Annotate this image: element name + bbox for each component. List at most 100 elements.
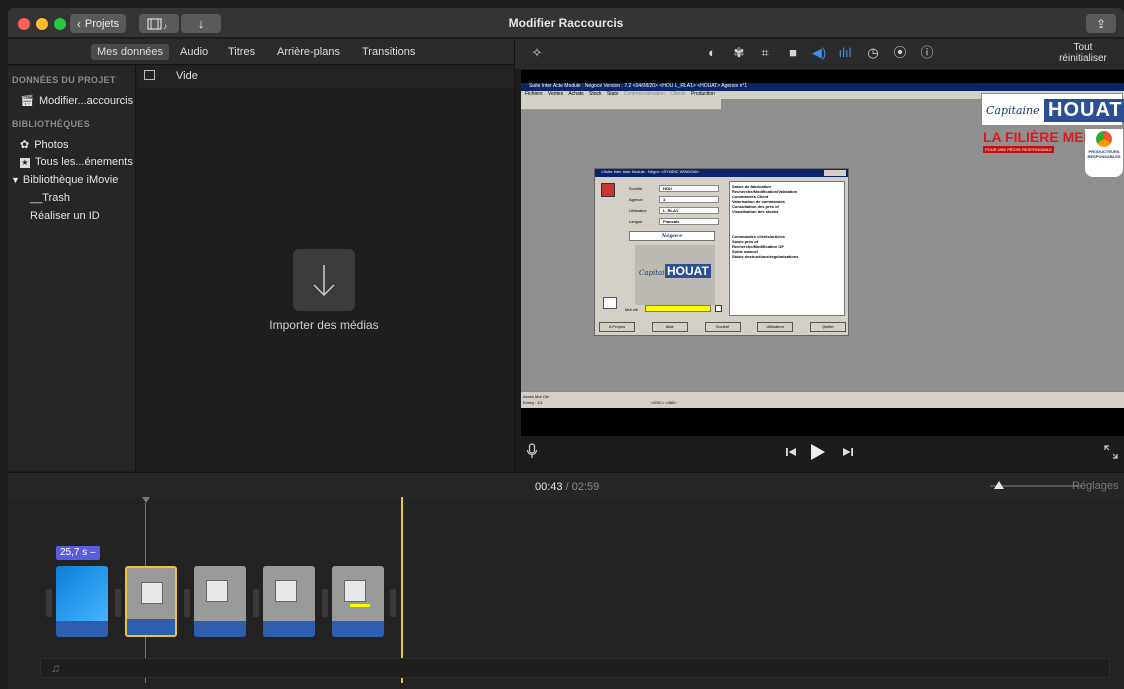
import-media-button[interactable]	[293, 249, 355, 311]
app-menu-item: Clients	[670, 91, 686, 97]
timeline-clip[interactable]	[263, 566, 315, 637]
field-row: Langue Francais	[625, 216, 719, 227]
filter-label[interactable]: Vide	[176, 70, 198, 82]
societe-button[interactable]: Société	[704, 322, 741, 332]
tab-mes-donnees[interactable]: Mes données	[91, 44, 170, 60]
share-icon: ⇪	[1095, 16, 1107, 31]
password-input[interactable]	[645, 305, 711, 312]
playhead[interactable]	[401, 497, 403, 683]
quitter-button[interactable]: Quitter	[810, 322, 846, 332]
magic-wand-icon[interactable]: ✧	[529, 45, 545, 61]
settings-button[interactable]: Réglages	[1072, 480, 1118, 492]
download-arrow-icon	[313, 265, 335, 297]
stabilization-icon[interactable]: ■	[785, 45, 801, 61]
clip-handle[interactable]	[390, 589, 396, 617]
color-balance-icon[interactable]: ◐	[704, 45, 720, 61]
a-propos-button[interactable]: A Propos	[599, 322, 635, 332]
volume-icon[interactable]: ◀︎)	[811, 45, 827, 61]
sidebar-item-project[interactable]: 🎬︎ Modifier...accourcis	[20, 94, 133, 107]
field-row: Société HOU	[625, 183, 719, 194]
app-menu-item: Achats	[568, 91, 584, 97]
app-menu-item: Commercialisation	[623, 91, 665, 97]
field-value: HOU	[659, 185, 719, 192]
zoom-slider[interactable]	[990, 481, 1082, 489]
sidebar-item-realiser-un-id[interactable]: Réaliser un ID	[30, 210, 100, 222]
video-frame: Suite Inter Acte Module : Négoce Version…	[521, 83, 1124, 408]
aide-button[interactable]: Aide	[651, 322, 688, 332]
music-track[interactable]: ♫	[40, 658, 1110, 678]
field-label: Langue	[629, 219, 643, 224]
clapperboard-icon: 🎬︎	[20, 95, 34, 107]
timeline-clip-selected[interactable]	[125, 566, 177, 637]
filter-icon[interactable]: ⦿	[892, 45, 908, 61]
time-separator: /	[565, 481, 569, 493]
import-media-label: Importer des médias	[269, 318, 379, 332]
fish-logo-icon	[1096, 131, 1112, 147]
app-menu-item: Stock	[589, 91, 602, 97]
title-bar: ‹ Projets ♪ ↓ Modifier Raccourcis ⇪	[8, 8, 1124, 38]
clip-handle[interactable]	[115, 589, 121, 617]
menu-entry[interactable]: Saisie destructions/regularisations	[732, 254, 842, 259]
field-row: Utilisateur L_RLA1	[625, 205, 719, 216]
tab-transitions[interactable]: Transitions	[356, 44, 421, 60]
noise-reduction-icon[interactable]: ılıl	[837, 45, 853, 61]
clip-handle[interactable]	[184, 589, 190, 617]
sidebar-toggle-icon[interactable]	[144, 70, 155, 80]
info-icon[interactable]: ⓘ	[919, 45, 935, 61]
app-menu-item: Ventes	[547, 91, 564, 97]
timeline-clip[interactable]	[332, 566, 384, 637]
producteurs-badge: PRODUCTEURS RESPONSABLES	[1085, 129, 1123, 177]
color-correction-icon[interactable]: ✾	[731, 45, 747, 61]
media-filter-bar: Vide	[137, 66, 514, 88]
app-dialog: <Suite Inter Acte Module : Négo> <SYNDIC…	[594, 168, 849, 336]
zoom-slider-thumb[interactable]	[994, 481, 1005, 489]
field-value: L_RLA1	[659, 207, 719, 214]
houat-logo: Capitaine HOUAT	[981, 93, 1124, 126]
library-sidebar: DONNÉES DU PROJET 🎬︎ Modifier...accourcis…	[8, 66, 136, 471]
timeline-clip[interactable]	[194, 566, 246, 637]
dialog-buttons: A Propos Aide Société Utilisateur Quitte…	[599, 322, 846, 332]
libraries-header: BIBLIOTHÈQUES	[12, 119, 90, 129]
clip-handle[interactable]	[46, 589, 52, 617]
crop-icon[interactable]: ⌗	[757, 45, 773, 61]
skip-forward-icon[interactable]	[842, 446, 854, 461]
star-box-icon: ★	[20, 158, 30, 168]
clip-thumbnail	[194, 566, 246, 621]
tab-titres[interactable]: Titres	[222, 44, 261, 60]
fullscreen-icon[interactable]	[1104, 445, 1118, 462]
skip-back-icon[interactable]	[785, 446, 797, 461]
app-toolbar	[521, 99, 721, 110]
dialog-window-buttons[interactable]	[824, 170, 846, 176]
sidebar-item-photos[interactable]: ✿ Photos	[20, 138, 68, 151]
password-help-button[interactable]	[715, 305, 722, 312]
app-titlebar: Suite Inter Acte Module : Négoce Version…	[521, 83, 1124, 91]
audio-waveform	[194, 621, 246, 637]
field-label: Société	[629, 186, 643, 191]
clip-handle[interactable]	[253, 589, 259, 617]
tab-arriere-plans[interactable]: Arrière-plans	[271, 44, 346, 60]
utilisateur-button[interactable]: Utilisateur	[757, 322, 794, 332]
clip-handle[interactable]	[322, 589, 328, 617]
sidebar-item-all-events[interactable]: ★ Tous les...énements	[20, 156, 133, 168]
timeline-clip[interactable]	[56, 566, 108, 637]
disclosure-triangle-icon[interactable]: ▼	[11, 175, 20, 185]
app-menu-item: Production	[690, 91, 715, 97]
reset-all-button[interactable]: Tout réinitialiser	[1058, 42, 1108, 64]
app-icon	[601, 183, 615, 197]
project-data-header: DONNÉES DU PROJET	[12, 75, 116, 85]
music-note-icon: ♫	[51, 661, 60, 675]
sidebar-item-trash[interactable]: __Trash	[30, 192, 70, 204]
current-time: 00:43	[535, 481, 563, 493]
sidebar-item-imovie-library[interactable]: ▼ Bibliothèque iMovie	[11, 174, 118, 186]
timecode: 00:43 / 02:59	[535, 481, 599, 493]
play-icon[interactable]	[810, 443, 826, 464]
module-negoce-button[interactable]: Négoce	[629, 231, 715, 241]
skimmer-marker	[142, 497, 150, 503]
tab-audio[interactable]: Audio	[174, 44, 214, 60]
field-label: Utilisateur	[629, 208, 647, 213]
password-label: Mot clé	[625, 307, 638, 312]
speed-icon[interactable]: ◷	[865, 45, 881, 61]
timeline-header: 00:43 / 02:59 Réglages	[8, 472, 1124, 498]
share-button[interactable]: ⇪	[1086, 14, 1116, 33]
microphone-icon[interactable]	[526, 443, 538, 459]
